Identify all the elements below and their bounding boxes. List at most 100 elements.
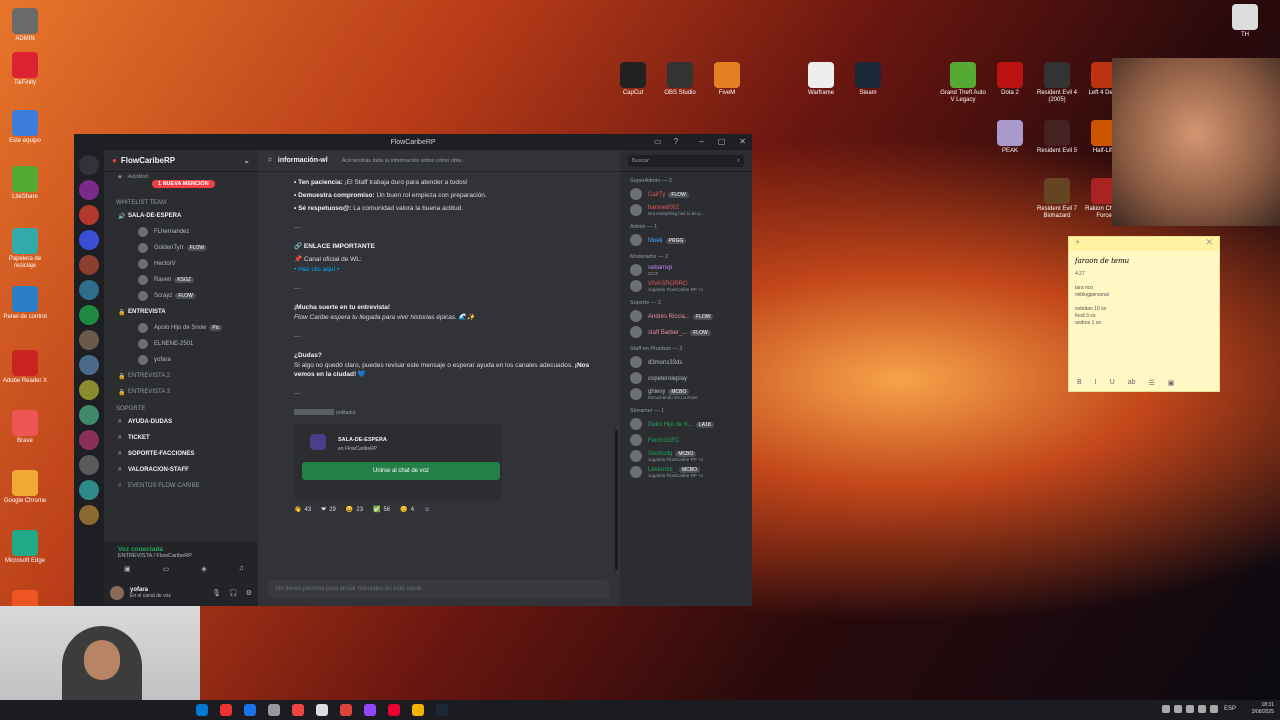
server-icon[interactable] — [79, 205, 99, 225]
taskbar-app-icon[interactable] — [268, 704, 280, 716]
taskbar-app-icon[interactable] — [196, 704, 208, 716]
minimize-icon[interactable]: – — [699, 137, 703, 146]
reaction[interactable]: ✅ 56 — [373, 506, 390, 515]
desktop-icon[interactable]: Panel de control — [2, 286, 48, 321]
server-icon[interactable] — [79, 330, 99, 350]
format-icon[interactable]: B — [1077, 379, 1082, 387]
member-item[interactable]: staff Barber_... FLOW — [620, 324, 752, 340]
member-item[interactable]: CairTy FLOW — [620, 186, 752, 202]
desktop-icon[interactable]: OBS Studio — [657, 62, 703, 97]
gear-icon[interactable]: ⚙ — [246, 589, 252, 597]
server-icon[interactable] — [79, 180, 99, 200]
server-icon[interactable] — [79, 505, 99, 525]
server-icon[interactable] — [79, 305, 99, 325]
desktop-icon[interactable]: Papelera de reciclaje — [2, 228, 48, 270]
add-reaction-icon[interactable]: ☺ — [424, 506, 430, 515]
desktop-icon[interactable]: Microsoft Edge — [2, 530, 48, 565]
sticky-note[interactable]: + ✕ faraon de temu 4:27 tara rico miblogpe… — [1068, 236, 1220, 392]
taskbar-app-icon[interactable] — [292, 704, 304, 716]
avatar[interactable] — [110, 586, 124, 600]
text-channel[interactable]: # AYUDA-DUDAS — [110, 414, 258, 430]
category-eventos[interactable]: # EVENTOS FLOW CARIBE — [110, 478, 258, 494]
desktop-icon[interactable]: Resident Evil 7 Biohazard — [1034, 178, 1080, 220]
member-item[interactable]: VIVASRORRO Jugando FlowCaribe RP +1 — [620, 278, 752, 294]
voice-user[interactable]: GoldenTyrr FLOW — [110, 240, 258, 256]
system-tray[interactable] — [1162, 705, 1218, 713]
member-item[interactable]: hannie6002 Not everything has to be p... — [620, 202, 752, 218]
server-header[interactable]: ● FlowCaribeRP ⌄ — [104, 150, 258, 172]
desktop-icon[interactable]: Brave — [2, 410, 48, 445]
desktop-icon[interactable]: Google Chrome — [2, 470, 48, 505]
headphones-icon[interactable]: 🎧 — [229, 589, 238, 597]
member-item[interactable]: ghievy MCBO Escuchando De La Rose — [620, 386, 752, 402]
taskbar-app-icon[interactable] — [220, 704, 232, 716]
close-icon[interactable]: ✕ — [1205, 237, 1213, 251]
reaction[interactable]: 😊 4 — [400, 506, 414, 515]
desktop-icon[interactable]: Este equipo — [2, 110, 48, 145]
server-icon[interactable] — [79, 280, 99, 300]
member-item[interactable]: Deku Hijo de K... LA18 — [620, 416, 752, 432]
join-voice-button[interactable]: Unirse al chat de voz — [302, 462, 500, 480]
desktop-icon[interactable]: Steam — [845, 62, 891, 97]
member-item[interactable]: FerchoOFC — [620, 432, 752, 448]
member-item[interactable]: copeteroleplay — [620, 370, 752, 386]
activity-icon[interactable]: ◈ — [201, 565, 206, 573]
maximize-icon[interactable]: ▢ — [718, 137, 726, 146]
desktop-icon[interactable]: PEAK — [987, 120, 1033, 155]
camera-icon[interactable]: ▣ — [124, 565, 131, 573]
server-icon[interactable] — [79, 405, 99, 425]
member-item[interactable]: Lestermc_ MCBO Jugando FlowCaribe RP +1 — [620, 464, 752, 480]
desktop-icon[interactable]: ADMIN — [2, 8, 48, 43]
voice-user[interactable]: Apolo Hijo de Snow Pic — [110, 320, 258, 336]
server-icon[interactable] — [79, 230, 99, 250]
scrollbar[interactable] — [615, 430, 618, 570]
desktop-icon[interactable]: LiteShare — [2, 166, 48, 201]
taskbar-app-icon[interactable] — [364, 704, 376, 716]
member-item[interactable]: sebamvp ZzzZ — [620, 262, 752, 278]
desktop-icon[interactable]: FiveM — [704, 62, 750, 97]
microphone-icon[interactable]: 🎙 — [212, 589, 221, 597]
voice-user[interactable]: yofara — [110, 352, 258, 368]
taskbar-app-icon[interactable] — [340, 704, 352, 716]
voice-channel-entrevista-2[interactable]: 🔒 ENTREVISTA 2 — [110, 368, 258, 384]
home-icon[interactable] — [79, 155, 99, 175]
help-icon[interactable]: ? — [674, 137, 678, 146]
search-input[interactable]: Buscar ⌕ — [628, 154, 744, 167]
inbox-icon[interactable]: ▭ — [654, 137, 662, 146]
format-icon[interactable]: U — [1110, 379, 1115, 387]
voice-channel-entrevista-3[interactable]: 🔒 ENTREVISTA 3 — [110, 384, 258, 400]
voice-user[interactable]: Raven KSGZ — [110, 272, 258, 288]
voice-user[interactable]: ELNENE-2501 — [110, 336, 258, 352]
taskbar-app-icon[interactable] — [244, 704, 256, 716]
close-icon[interactable]: ✕ — [739, 137, 746, 146]
text-channel[interactable]: # TICKET — [110, 430, 258, 446]
category-whitelist[interactable]: WHITELIST TEAM — [116, 200, 258, 206]
member-item[interactable]: Andres Riccia... FLOW — [620, 308, 752, 324]
desktop-icon[interactable]: Resident Evil 5 — [1034, 120, 1080, 155]
language-indicator[interactable]: ESP — [1224, 706, 1236, 712]
desktop-icon[interactable]: Grand Theft Auto V Legacy — [940, 62, 986, 104]
member-item[interactable]: Gochodg MCBO Jugando FlowCaribe RP +1 — [620, 448, 752, 464]
taskbar-app-icon[interactable] — [316, 704, 328, 716]
format-icon[interactable]: ▣ — [1168, 379, 1175, 387]
taskbar-app-icon[interactable] — [412, 704, 424, 716]
server-icon[interactable] — [79, 380, 99, 400]
desktop-icon[interactable]: Dota 2 — [987, 62, 1033, 97]
category-soporte[interactable]: Soporte — [116, 406, 258, 412]
voice-channel-entrevista[interactable]: 🔒 ENTREVISTA — [110, 304, 258, 320]
reaction[interactable]: 👋 43 — [294, 506, 311, 515]
server-icon[interactable] — [79, 430, 99, 450]
server-icon[interactable] — [79, 355, 99, 375]
member-item[interactable]: Muek PRGG — [620, 232, 752, 248]
desktop-icon[interactable]: Resident Evil 4 (2005) — [1034, 62, 1080, 104]
voice-channel-sala-espera[interactable]: 🔊 SALA-DE-ESPERA — [110, 208, 258, 224]
member-item[interactable]: d3mons33ds — [620, 354, 752, 370]
taskbar-app-icon[interactable] — [388, 704, 400, 716]
desktop-icon[interactable]: TH — [1222, 4, 1268, 39]
text-channel[interactable]: # SOPORTE-FACCIONES — [110, 446, 258, 462]
new-mention-pill[interactable]: 1 NUEVA MENCIÓN — [152, 180, 215, 188]
clock[interactable]: 18:31 3/08/2025 — [1252, 702, 1274, 716]
channel-topic[interactable]: Acá tendrás toda la información sobre có… — [342, 158, 466, 164]
screen-share-icon[interactable]: ▭ — [163, 565, 170, 573]
voice-user[interactable]: HectorV — [110, 256, 258, 272]
